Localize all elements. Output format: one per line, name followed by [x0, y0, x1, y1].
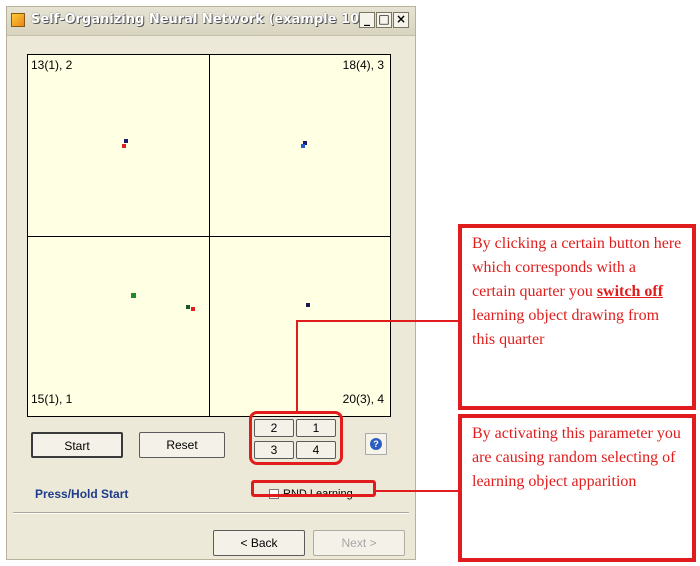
app-window: Self-Organizing Neural Network (example …: [6, 6, 416, 560]
connector-line: [376, 490, 460, 492]
quarter-label-bottom-right: 20(3), 4: [342, 392, 384, 406]
start-button[interactable]: Start: [31, 432, 123, 458]
separator: [13, 512, 409, 514]
learning-point: [301, 144, 305, 148]
learning-point: [122, 144, 126, 148]
next-button: Next >: [313, 530, 405, 556]
close-button[interactable]: ×: [393, 12, 409, 28]
minimize-button[interactable]: _: [359, 12, 375, 28]
learning-point: [191, 307, 195, 311]
window-title: Self-Organizing Neural Network (example …: [31, 12, 375, 27]
quarter-buttons-highlight: [249, 411, 343, 465]
reset-button[interactable]: Reset: [139, 432, 225, 458]
back-button[interactable]: < Back: [213, 530, 305, 556]
connector-line: [296, 320, 460, 322]
neuron-point: [124, 139, 128, 143]
annotation-random-learning: By activating this parameter you are cau…: [458, 414, 696, 562]
quarter-label-top-left: 13(1), 2: [31, 58, 73, 72]
quarter-label-bottom-left: 15(1), 1: [31, 392, 73, 406]
status-text: Press/Hold Start: [35, 487, 129, 501]
help-button[interactable]: ?: [365, 433, 387, 455]
maximize-button[interactable]: □: [376, 12, 392, 28]
network-canvas: 13(1), 2 18(4), 3 15(1), 1 20(3), 4: [27, 54, 391, 417]
quarter-label-top-right: 18(4), 3: [342, 58, 384, 72]
neuron-point: [131, 293, 136, 298]
app-icon: [11, 13, 25, 27]
neuron-point: [186, 305, 190, 309]
window-controls: _ □ ×: [359, 12, 409, 28]
annotation-switch-off: By clicking a certain button here which …: [458, 224, 696, 410]
neuron-point: [306, 303, 310, 307]
title-bar[interactable]: Self-Organizing Neural Network (example …: [7, 7, 415, 36]
grid-divider-horizontal: [28, 236, 390, 237]
help-icon: ?: [370, 438, 382, 450]
checkbox-highlight: [251, 480, 376, 497]
connector-line: [296, 320, 298, 411]
